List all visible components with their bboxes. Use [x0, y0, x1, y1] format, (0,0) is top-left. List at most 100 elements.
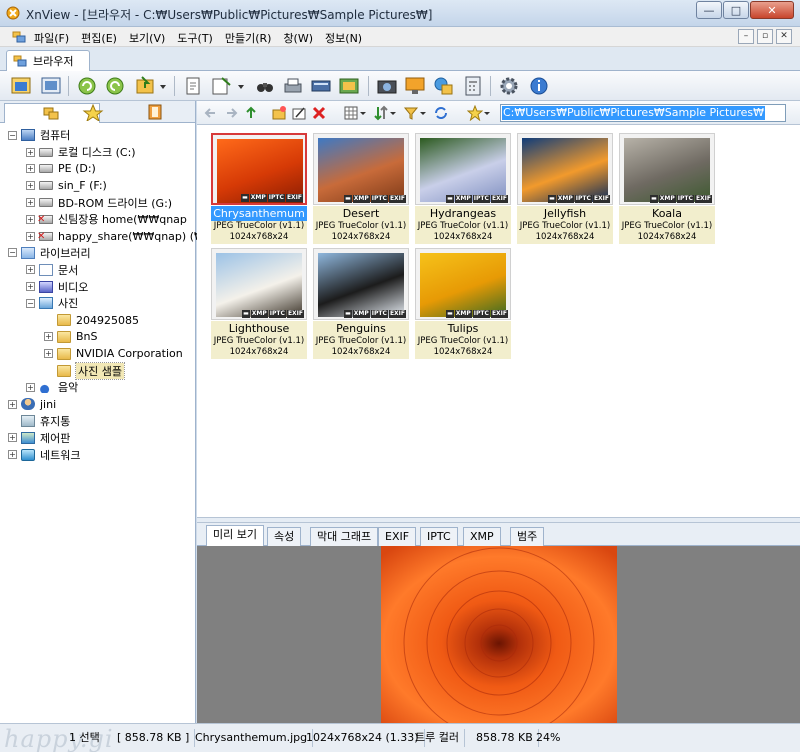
- calculator-icon[interactable]: [462, 75, 484, 97]
- menu-window[interactable]: 창(W): [283, 30, 313, 46]
- tree-node[interactable]: + 로컬 디스크 (C:): [0, 144, 195, 161]
- menu-file[interactable]: 파일(F): [34, 30, 69, 46]
- mdi-close-button[interactable]: ✕: [776, 29, 792, 44]
- thumbnail-frame[interactable]: ▬ XMP IPTC EXIF: [313, 133, 409, 205]
- tree-node[interactable]: + PE (D:): [0, 161, 195, 178]
- print-icon[interactable]: [282, 75, 304, 97]
- dropdown-icon[interactable]: [158, 75, 168, 97]
- tab-favorites[interactable]: [82, 103, 104, 123]
- expand-icon[interactable]: +: [26, 164, 35, 174]
- expand-icon[interactable]: +: [26, 382, 35, 392]
- expand-icon[interactable]: +: [26, 181, 35, 191]
- expand-icon[interactable]: +: [8, 450, 17, 460]
- thumbnail-frame[interactable]: ▬ XMP IPTC EXIF: [415, 133, 511, 205]
- expand-icon[interactable]: +: [26, 214, 35, 224]
- screen-icon[interactable]: [404, 75, 426, 97]
- collapse-icon[interactable]: −: [8, 130, 17, 140]
- path-input[interactable]: C:₩Users₩Public₩Pictures₩Sample Pictures…: [500, 104, 786, 122]
- expand-icon[interactable]: +: [26, 282, 35, 292]
- view-mode-icon[interactable]: [343, 105, 359, 121]
- up-folder-icon[interactable]: [243, 105, 259, 121]
- export-icon[interactable]: [210, 75, 232, 97]
- tree-node[interactable]: 휴지통: [0, 413, 195, 430]
- thumbnail-item[interactable]: ▬ XMP IPTC EXIF Lighthouse JPEG TrueColor (v1…: [211, 248, 307, 359]
- collapse-icon[interactable]: −: [8, 248, 17, 258]
- thumbnail-frame[interactable]: ▬ XMP IPTC EXIF: [415, 248, 511, 320]
- expand-icon[interactable]: +: [26, 198, 35, 208]
- thumbnail-item[interactable]: ▬ XMP IPTC EXIF Tulips JPEG TrueColor (v1.1) 1…: [415, 248, 511, 359]
- new-file-icon[interactable]: [182, 75, 204, 97]
- tree-node[interactable]: − 라이브러리: [0, 245, 195, 262]
- tree-node[interactable]: + BnS: [0, 329, 195, 346]
- thumbnail-item[interactable]: ▬ XMP IPTC EXIF Hydrangeas JPEG TrueColor (v1…: [415, 133, 511, 244]
- thumbnail-frame[interactable]: ▬ XMP IPTC EXIF: [211, 248, 307, 320]
- preview-tab[interactable]: 속성: [267, 527, 302, 546]
- thumbnail-item[interactable]: ▬ XMP IPTC EXIF Chrysanthemum JPEG TrueColor …: [211, 133, 307, 244]
- info-icon[interactable]: [528, 75, 550, 97]
- sort-dropdown-icon[interactable]: [389, 105, 397, 121]
- expand-icon[interactable]: +: [44, 349, 53, 359]
- thumbnail-item[interactable]: ▬ XMP IPTC EXIF Penguins JPEG TrueColor (v1.1…: [313, 248, 409, 359]
- preview-tab[interactable]: IPTC: [420, 527, 458, 546]
- rename-icon[interactable]: [291, 105, 307, 121]
- expand-icon[interactable]: +: [26, 265, 35, 275]
- menu-edit[interactable]: 편집(E): [81, 30, 117, 46]
- expand-icon[interactable]: +: [26, 231, 35, 241]
- minimize-button[interactable]: —: [696, 1, 722, 19]
- new-folder-icon[interactable]: [271, 105, 287, 121]
- settings-icon[interactable]: [498, 75, 520, 97]
- xnview-app-icon[interactable]: [6, 6, 20, 20]
- maximize-button[interactable]: □: [723, 1, 749, 19]
- web-icon[interactable]: [432, 75, 454, 97]
- mdi-restore-button[interactable]: ▫: [757, 29, 773, 44]
- tree-node[interactable]: 사진 샘플: [0, 361, 195, 380]
- menu-create[interactable]: 만들기(R): [225, 30, 272, 46]
- expand-icon[interactable]: +: [8, 433, 17, 443]
- tree-node[interactable]: + jini: [0, 396, 195, 413]
- fullscreen-icon[interactable]: [40, 75, 62, 97]
- tab-categories[interactable]: [144, 103, 166, 121]
- thumbnail-item[interactable]: ▬ XMP IPTC EXIF Koala JPEG TrueColor (v1.1) 10…: [619, 133, 715, 244]
- export-dropdown-icon[interactable]: [236, 75, 246, 97]
- tree-node[interactable]: 204925085: [0, 312, 195, 329]
- binoculars-icon[interactable]: [254, 75, 276, 97]
- tree-node[interactable]: + 비디오: [0, 278, 195, 295]
- close-button[interactable]: ✕: [750, 1, 794, 19]
- filter-icon[interactable]: [403, 105, 419, 121]
- thumbnail-frame[interactable]: ▬ XMP IPTC EXIF: [619, 133, 715, 205]
- favorite-star-icon[interactable]: [466, 104, 484, 122]
- favorite-dropdown-icon[interactable]: [483, 105, 491, 121]
- thumbnail-frame[interactable]: ▬ XMP IPTC EXIF: [517, 133, 613, 205]
- camera-icon[interactable]: [376, 75, 398, 97]
- preview-tab[interactable]: 막대 그래프: [310, 527, 379, 546]
- tree-node[interactable]: + happy_share(₩₩qnap) (₩: [0, 228, 205, 245]
- expand-icon[interactable]: +: [44, 332, 53, 342]
- delete-icon[interactable]: [311, 105, 327, 121]
- scanner-icon[interactable]: [310, 75, 332, 97]
- back-arrow-icon[interactable]: [203, 105, 219, 121]
- thumbnail-item[interactable]: ▬ XMP IPTC EXIF Desert JPEG TrueColor (v1.1) 1…: [313, 133, 409, 244]
- tab-browser[interactable]: 브라우저: [6, 50, 90, 71]
- thumbnail-frame[interactable]: ▬ XMP IPTC EXIF: [313, 248, 409, 320]
- tree-node[interactable]: − 사진: [0, 295, 195, 312]
- menu-tools[interactable]: 도구(T): [177, 30, 213, 46]
- refresh-left-icon[interactable]: [76, 75, 98, 97]
- preview-tab[interactable]: EXIF: [378, 527, 417, 546]
- tree-node[interactable]: + NVIDIA Corporation: [0, 345, 195, 362]
- refresh-icon[interactable]: [433, 105, 449, 121]
- refresh-right-icon[interactable]: [104, 75, 126, 97]
- menu-view[interactable]: 보기(V): [129, 30, 165, 46]
- thumbnail-item[interactable]: ▬ XMP IPTC EXIF Jellyfish JPEG TrueColor (v1.…: [517, 133, 613, 244]
- tree-node[interactable]: + 신팀장용 home(₩₩qnap: [0, 211, 195, 228]
- forward-arrow-icon[interactable]: [223, 105, 239, 121]
- tree-node[interactable]: + 문서: [0, 261, 195, 278]
- thumbnail-frame[interactable]: ▬ XMP IPTC EXIF: [211, 133, 307, 205]
- tree-node[interactable]: + sin_F (F:): [0, 177, 195, 194]
- expand-icon[interactable]: +: [26, 147, 35, 157]
- mdi-minimize-button[interactable]: –: [738, 29, 754, 44]
- preview-tab[interactable]: 미리 보기: [206, 525, 264, 546]
- sort-icon[interactable]: [373, 105, 389, 121]
- tree-node[interactable]: + BD-ROM 드라이브 (G:): [0, 194, 195, 211]
- expand-icon[interactable]: +: [8, 399, 17, 409]
- import-icon[interactable]: [134, 75, 156, 97]
